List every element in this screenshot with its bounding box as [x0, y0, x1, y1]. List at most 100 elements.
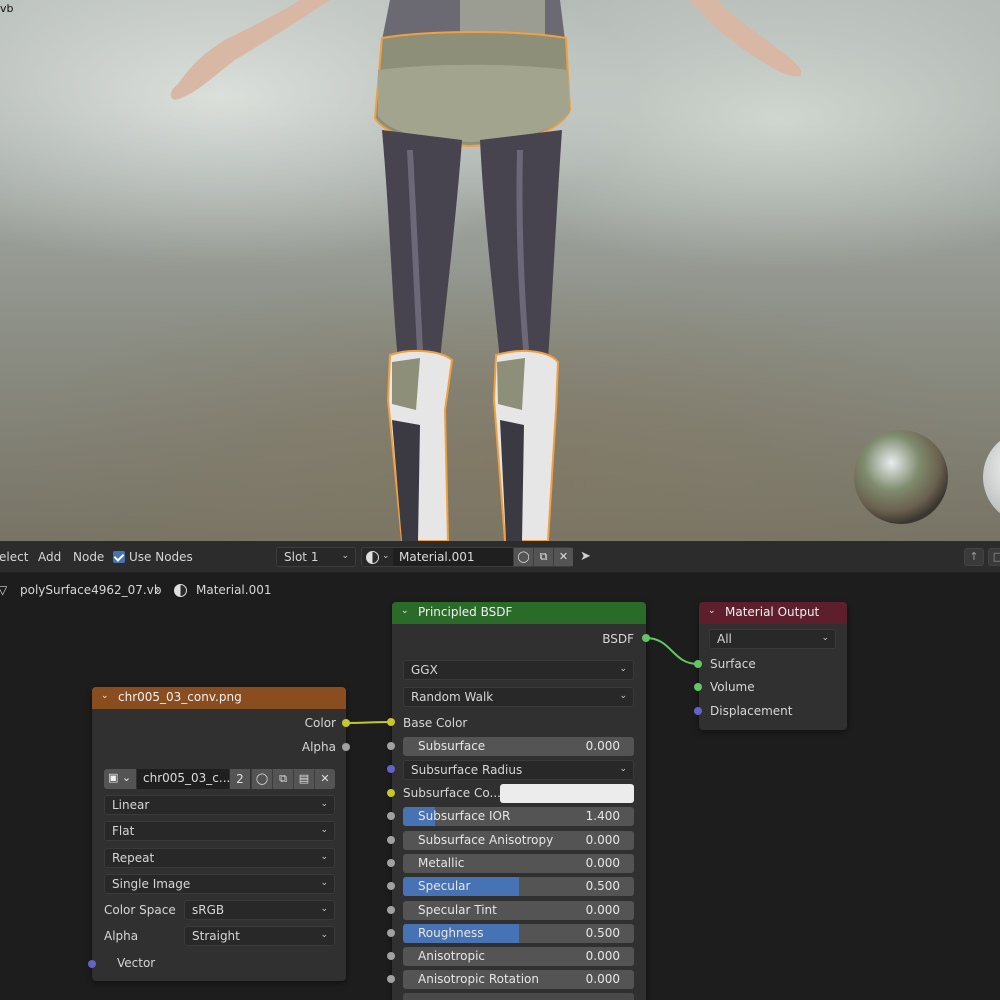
image-datablock-selector[interactable]: ▣ ⌄ chr005_03_c... 2 ◯ ⧉ ▤ ✕: [104, 769, 336, 789]
slot-dropdown[interactable]: Slot 1 ⌄: [276, 547, 356, 567]
use-nodes-checkbox[interactable]: [113, 551, 125, 563]
chevron-down-icon: ⌄: [320, 904, 328, 914]
subsurface-radius-label: Subsurface Radius: [411, 763, 523, 777]
anisotropic-rotation-slider[interactable]: Anisotropic Rotation 0.000: [403, 970, 634, 989]
link-color-to-basecolor: [345, 721, 392, 724]
specular-tint-slider[interactable]: Specular Tint 0.000: [403, 901, 634, 920]
color-space-dropdown[interactable]: sRGB ⌄: [184, 900, 335, 920]
alpha-mode-dropdown[interactable]: Straight ⌄: [184, 926, 335, 946]
principled-bsdf-node-header[interactable]: ⌄ Principled BSDF: [392, 602, 646, 624]
node-editor-canvas[interactable]: ▽ polySurface4962_07.vb › Material.001 ⌄…: [0, 573, 1000, 1000]
image-texture-node-header[interactable]: ⌄ chr005_03_conv.png: [92, 687, 346, 709]
collapse-chevron-icon[interactable]: ⌄: [401, 606, 409, 616]
alpha-output-socket[interactable]: [342, 743, 350, 751]
distribution-dropdown[interactable]: GGX ⌄: [403, 660, 634, 680]
anisotropic-input-socket[interactable]: [387, 952, 395, 960]
principled-bsdf-node[interactable]: ⌄ Principled BSDF BSDF GGX ⌄ Random Walk…: [392, 602, 646, 1000]
image-source-value: Single Image: [112, 877, 191, 891]
collapse-chevron-icon[interactable]: ⌄: [101, 691, 109, 701]
chevron-down-icon: ⌄: [320, 825, 328, 835]
header-overflow-icon[interactable]: □: [988, 548, 1000, 566]
base-color-input-socket[interactable]: [387, 718, 395, 726]
specular-slider-label: Specular: [418, 879, 471, 893]
distribution-value: GGX: [411, 663, 438, 677]
vector-input-label: Vector: [117, 956, 156, 970]
subsurface-color-input-socket[interactable]: [387, 789, 395, 797]
specular-tint-slider-label: Specular Tint: [418, 903, 497, 917]
subsurface-ior-input-socket[interactable]: [387, 812, 395, 820]
specular-tint-input-socket[interactable]: [387, 906, 395, 914]
anisotropic-rotation-input-socket[interactable]: [387, 975, 395, 983]
alpha-mode-label: Alpha: [104, 929, 139, 943]
pin-icon[interactable]: ➤: [580, 549, 596, 565]
subsurface-input-socket[interactable]: [387, 742, 395, 750]
material-name-field[interactable]: Material.001: [393, 548, 513, 566]
specular-slider-value: 0.500: [585, 879, 620, 893]
menu-select[interactable]: elect: [0, 550, 28, 564]
anisotropic-slider[interactable]: Anisotropic 0.000: [403, 947, 634, 966]
subsurface-radius-dropdown[interactable]: Subsurface Radius ⌄: [403, 760, 634, 780]
bsdf-output-socket[interactable]: [642, 634, 650, 642]
roughness-slider[interactable]: Roughness 0.500: [403, 924, 634, 943]
specular-tint-slider-value: 0.000: [585, 903, 620, 917]
vector-input-socket[interactable]: [88, 960, 96, 968]
image-name-field[interactable]: chr005_03_c...: [137, 769, 229, 789]
3d-viewport[interactable]: vb: [0, 0, 1000, 541]
image-texture-node[interactable]: ⌄ chr005_03_conv.png Color Alpha ▣ ⌄ chr…: [92, 687, 346, 981]
projection-dropdown[interactable]: Flat ⌄: [104, 821, 335, 841]
roughness-input-socket[interactable]: [387, 929, 395, 937]
menu-node[interactable]: Node: [73, 550, 104, 564]
subsurface-ior-slider[interactable]: Subsurface IOR 1.400: [403, 807, 634, 826]
chevron-down-icon: ⌄: [619, 664, 627, 674]
duplicate-image-icon[interactable]: ⧉: [272, 769, 293, 789]
link-bsdf-to-surface: [645, 637, 699, 665]
material-selector[interactable]: ⌄ Material.001 ◯ ⧉ ✕: [361, 547, 573, 567]
chevron-down-icon: ⌄: [619, 764, 627, 774]
subsurface-radius-input-socket[interactable]: [387, 765, 395, 773]
surface-input-label: Surface: [710, 657, 756, 671]
material-output-node[interactable]: ⌄ Material Output All ⌄ Surface Volume D…: [699, 602, 847, 730]
collapse-chevron-icon[interactable]: ⌄: [708, 606, 716, 616]
unlink-material-icon[interactable]: ✕: [553, 548, 573, 566]
next-slider-cut-off[interactable]: [403, 993, 634, 1000]
subsurface-anisotropy-input-socket[interactable]: [387, 836, 395, 844]
displacement-input-socket[interactable]: [694, 707, 702, 715]
anisotropic-slider-label: Anisotropic: [418, 949, 486, 963]
unlink-image-icon[interactable]: ✕: [314, 769, 335, 789]
specular-input-socket[interactable]: [387, 882, 395, 890]
interpolation-dropdown[interactable]: Linear ⌄: [104, 795, 335, 815]
open-image-folder-icon[interactable]: ▤: [293, 769, 314, 789]
output-color-label: Color: [304, 716, 336, 730]
image-users-count[interactable]: 2: [230, 769, 250, 789]
fake-user-shield-icon[interactable]: ◯: [251, 769, 272, 789]
output-target-dropdown[interactable]: All ⌄: [709, 629, 836, 649]
image-browse-icon[interactable]: ▣ ⌄: [104, 769, 136, 789]
duplicate-material-icon[interactable]: ⧉: [533, 548, 553, 566]
subsurface-slider[interactable]: Subsurface 0.000: [403, 737, 634, 756]
metallic-slider[interactable]: Metallic 0.000: [403, 854, 634, 873]
subsurface-color-swatch[interactable]: [500, 784, 634, 803]
extension-dropdown[interactable]: Repeat ⌄: [104, 848, 335, 868]
metallic-slider-label: Metallic: [418, 856, 465, 870]
chevron-down-icon: ⌄: [341, 551, 349, 561]
metallic-input-socket[interactable]: [387, 859, 395, 867]
menu-add[interactable]: Add: [38, 550, 61, 564]
alpha-mode-value: Straight: [192, 929, 240, 943]
color-output-socket[interactable]: [342, 719, 350, 727]
parent-node-tree-icon[interactable]: ↑: [964, 548, 984, 566]
bsdf-output-label: BSDF: [602, 632, 634, 646]
volume-input-socket[interactable]: [694, 683, 702, 691]
viewport-corner-text: vb: [0, 2, 14, 15]
subsurface-anisotropy-slider[interactable]: Subsurface Anisotropy 0.000: [403, 831, 634, 850]
principled-bsdf-node-title: Principled BSDF: [418, 605, 513, 619]
material-output-node-header[interactable]: ⌄ Material Output: [699, 602, 847, 624]
specular-slider[interactable]: Specular 0.500: [403, 877, 634, 896]
subsurface-method-dropdown[interactable]: Random Walk ⌄: [403, 687, 634, 707]
chevron-down-icon: ⌄: [320, 799, 328, 809]
image-source-dropdown[interactable]: Single Image ⌄: [104, 874, 335, 894]
surface-input-socket[interactable]: [694, 660, 702, 668]
material-browse-icon[interactable]: [366, 551, 379, 564]
extension-value: Repeat: [112, 851, 155, 865]
fake-user-shield-icon[interactable]: ◯: [513, 548, 533, 566]
chevron-down-icon: ⌄: [821, 633, 829, 643]
